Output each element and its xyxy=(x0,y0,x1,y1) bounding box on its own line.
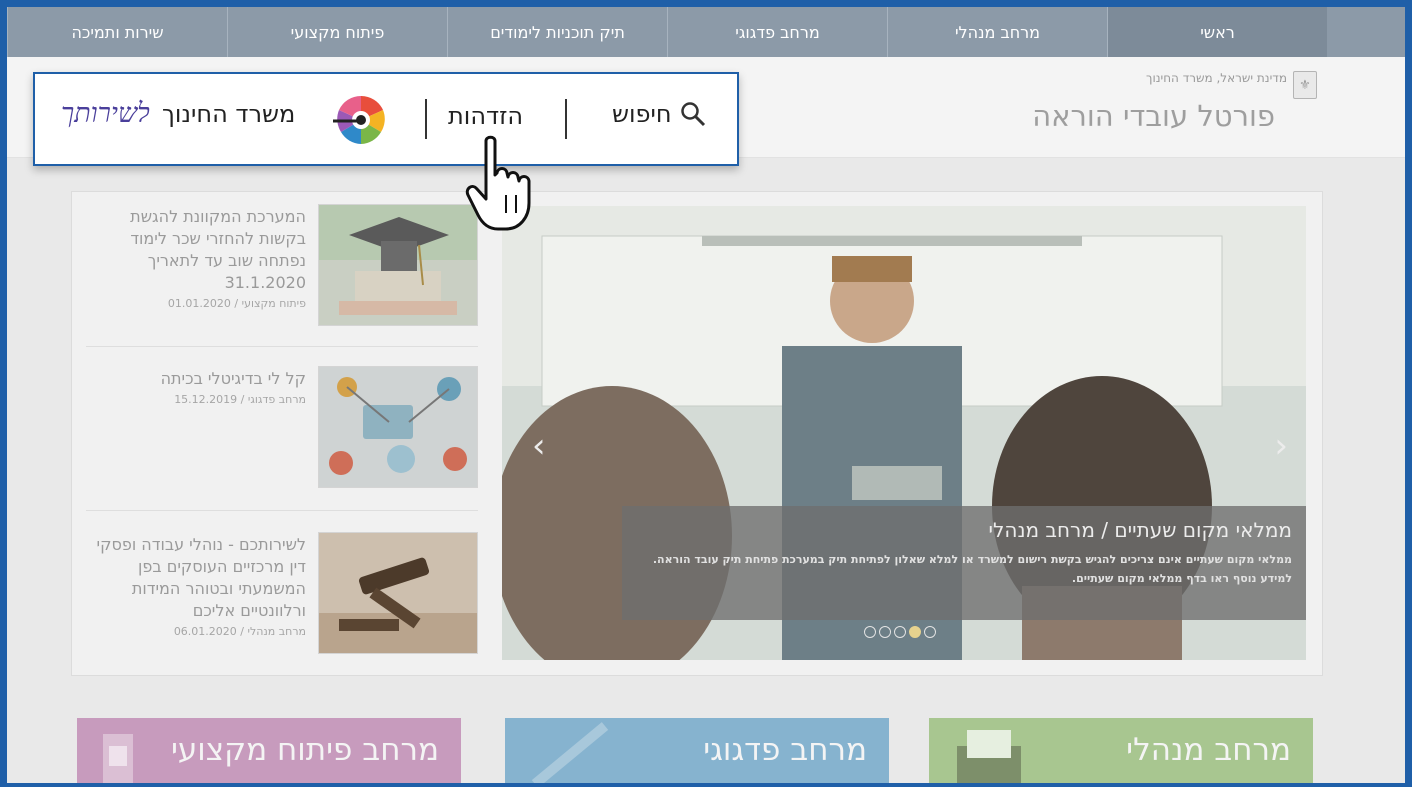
news-list: המערכת המקוונת להגשת בקשות להחזרי שכר לי… xyxy=(86,204,478,660)
news-category: מרחב פדגוגי xyxy=(247,393,306,406)
hand-pointer-cursor-icon xyxy=(465,135,531,231)
news-meta: מרחב פדגוגי / 15.12.2019 xyxy=(96,393,306,406)
search-label: חיפוש xyxy=(612,100,672,128)
state-emblem-icon: ⚜ xyxy=(1293,71,1317,99)
folder-icon xyxy=(957,730,1021,783)
news-item[interactable]: לשירותכם - נוהלי עבודה ופסקי דין מרכזיים… xyxy=(86,532,478,662)
top-navigation-filler xyxy=(1327,7,1405,57)
nav-item-professional-development[interactable]: פיתוח מקצועי xyxy=(227,7,447,57)
news-meta-separator: / xyxy=(237,393,245,406)
tile-label: מרחב פדגוגי xyxy=(703,732,867,768)
news-text: קל לי בדיגיטלי בכיתה מרחב פדגוגי / 15.12… xyxy=(96,368,306,406)
tile-label: מרחב מנהלי xyxy=(1126,732,1291,768)
divider xyxy=(425,99,427,139)
hero-slider[interactable]: ‹ › ממלאי מקום שעתיים / מרחב מנהלי ממלאי… xyxy=(502,206,1306,660)
slider-prev-icon[interactable]: ‹ xyxy=(532,426,546,466)
top-navigation: ראשי מרחב מנהלי מרחב פדגוגי תיק תוכניות … xyxy=(7,7,1327,57)
news-image-gavel[interactable] xyxy=(318,532,478,654)
slider-next-icon[interactable]: › xyxy=(1274,426,1288,466)
news-text: המערכת המקוונת להגשת בקשות להחזרי שכר לי… xyxy=(96,206,306,310)
ministry-logo-icon xyxy=(333,95,385,144)
nav-item-service-support[interactable]: שירות ותמיכה xyxy=(7,7,227,57)
tile-admin-space[interactable]: מרחב מנהלי xyxy=(929,718,1313,783)
nav-item-home[interactable]: ראשי xyxy=(1107,7,1327,57)
slide-caption: ממלאי מקום שעתיים / מרחב מנהלי ממלאי מקו… xyxy=(622,506,1306,620)
news-item[interactable]: המערכת המקוונת להגשת בקשות להחזרי שכר לי… xyxy=(86,204,478,339)
news-meta: מרחב מנהלי / 06.01.2020 xyxy=(96,625,306,638)
news-date: 15.12.2019 xyxy=(174,393,238,406)
slider-dot[interactable] xyxy=(864,626,876,638)
highlight-callout: חיפוש הזדהות משרד החינוך לשירותך xyxy=(33,72,739,166)
news-title[interactable]: המערכת המקוונת להגשת בקשות להחזרי שכר לי… xyxy=(96,206,306,294)
news-text: לשירותכם - נוהלי עבודה ופסקי דין מרכזיים… xyxy=(96,534,306,638)
news-date: 01.01.2020 xyxy=(167,297,231,310)
news-title[interactable]: לשירותכם - נוהלי עבודה ופסקי דין מרכזיים… xyxy=(96,534,306,622)
news-item[interactable]: קל לי בדיגיטלי בכיתה מרחב פדגוגי / 15.12… xyxy=(86,366,478,501)
slider-dot-active[interactable] xyxy=(909,626,921,638)
nav-item-curriculum[interactable]: תיק תוכניות לימודים xyxy=(447,7,667,57)
tile-professional-development[interactable]: מרחב פיתוח מקצועי xyxy=(77,718,461,783)
news-image-graduation[interactable] xyxy=(318,204,478,326)
portal-title[interactable]: פורטל עובדי הוראה xyxy=(1032,99,1275,133)
ministry-label[interactable]: משרד החינוך xyxy=(162,100,295,128)
tile-pedagogic-space[interactable]: מרחב פדגוגי xyxy=(505,718,889,783)
nav-item-pedagogic-space[interactable]: מרחב פדגוגי xyxy=(667,7,887,57)
slider-dots xyxy=(864,626,936,638)
nav-item-admin-space[interactable]: מרחב מנהלי xyxy=(887,7,1107,57)
news-meta: פיתוח מקצועי / 01.01.2020 xyxy=(96,297,306,310)
slider-dot[interactable] xyxy=(924,626,936,638)
slider-dot[interactable] xyxy=(879,626,891,638)
login-button[interactable]: הזדהות xyxy=(448,102,523,130)
state-line: מדינת ישראל, משרד החינוך xyxy=(1146,71,1287,85)
slide-description: ממלאי מקום שעתיים אינם צריכים להגיש בקשת… xyxy=(652,553,1292,585)
news-meta-separator: / xyxy=(230,297,239,310)
news-separator xyxy=(86,510,478,511)
content-area: המערכת המקוונת להגשת בקשות להחזרי שכר לי… xyxy=(7,158,1405,783)
slide-title[interactable]: ממלאי מקום שעתיים / מרחב מנהלי xyxy=(622,506,1306,542)
news-meta-separator: / xyxy=(236,625,244,638)
at-your-service-label[interactable]: לשירותך xyxy=(61,98,150,129)
news-date: 06.01.2020 xyxy=(173,625,237,638)
news-category: מרחב מנהלי xyxy=(247,625,307,638)
news-category: פיתוח מקצועי xyxy=(241,297,306,310)
pen-icon xyxy=(531,722,609,783)
browser-frame: ראשי מרחב מנהלי מרחב פדגוגי תיק תוכניות … xyxy=(7,7,1405,783)
news-separator xyxy=(86,346,478,347)
search-icon xyxy=(680,102,705,127)
news-title[interactable]: קל לי בדיגיטלי בכיתה xyxy=(96,368,306,390)
slider-dot[interactable] xyxy=(894,626,906,638)
main-panel: המערכת המקוונת להגשת בקשות להחזרי שכר לי… xyxy=(71,191,1323,676)
tile-label: מרחב פיתוח מקצועי xyxy=(170,732,439,768)
pencil-sharpener-icon xyxy=(103,734,133,783)
search-button[interactable]: חיפוש xyxy=(612,100,706,128)
news-image-digital[interactable] xyxy=(318,366,478,488)
divider xyxy=(565,99,567,139)
